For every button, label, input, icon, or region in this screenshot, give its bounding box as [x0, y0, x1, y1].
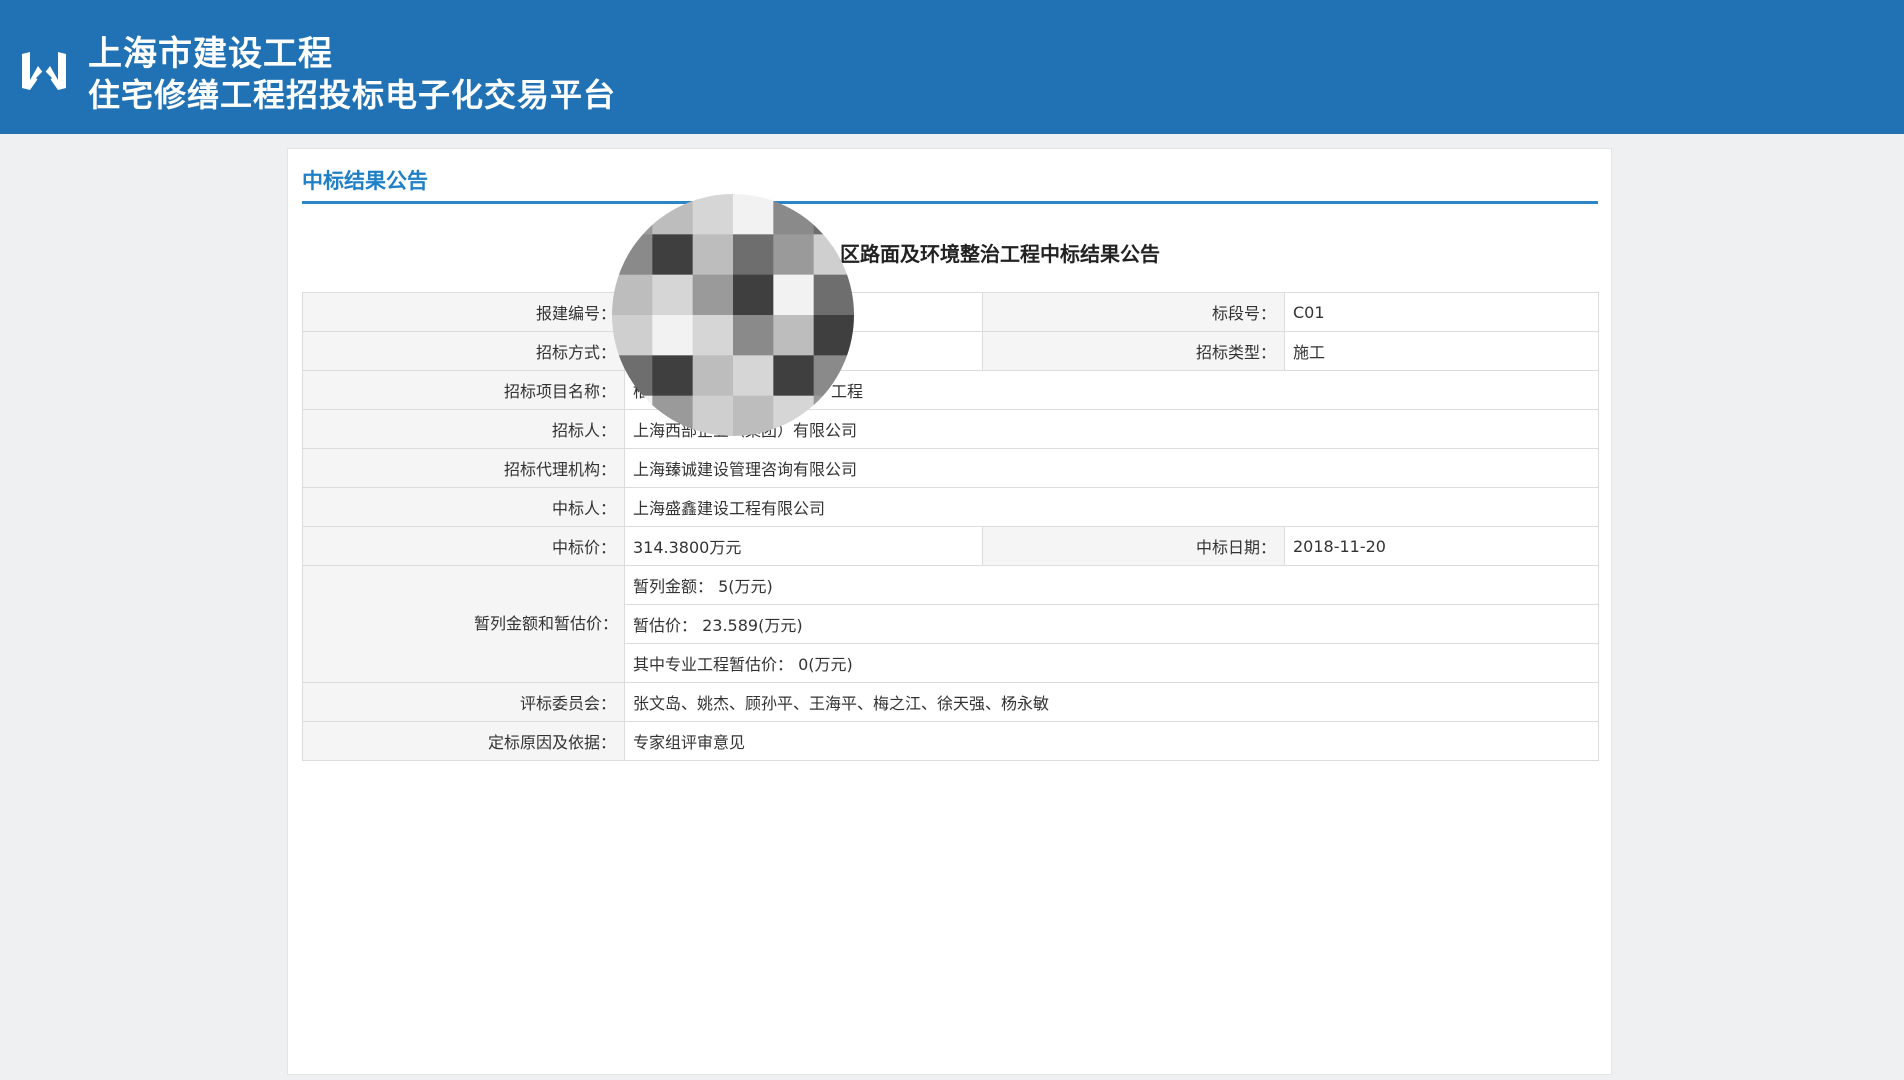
- mosaic-tile: [652, 234, 694, 276]
- mosaic-tile: [773, 355, 815, 397]
- table-row: 招标项目名称： 柏工程: [302, 370, 1599, 410]
- mosaic-tile: [652, 315, 694, 356]
- mosaic-tile: [813, 274, 854, 316]
- label-tenderer: 招标人：: [302, 409, 625, 449]
- mosaic-tile: [773, 315, 815, 356]
- table-row: 报建编号： 标段号： C01: [302, 292, 1599, 332]
- label-winning-date: 中标日期：: [982, 526, 1285, 566]
- project-name-suffix: 工程: [831, 382, 864, 401]
- label-registration-no: 报建编号：: [302, 292, 625, 332]
- table-row: 中标人： 上海盛鑫建设工程有限公司: [302, 487, 1599, 527]
- mosaic-tile: [733, 274, 774, 316]
- label-award-basis: 定标原因及依据：: [302, 721, 625, 761]
- table-row: 暂列金额和暂估价： 暂列金额： 5(万元): [302, 565, 1599, 683]
- value-agency: 上海臻诚建设管理咨询有限公司: [624, 448, 1599, 488]
- value-winning-date: 2018-11-20: [1284, 526, 1599, 566]
- privacy-mosaic-overlay: [612, 194, 854, 436]
- value-bidding-type: 施工: [1284, 331, 1599, 371]
- mosaic-tile: [692, 234, 734, 276]
- label-evaluation-committee: 评标委员会：: [302, 682, 625, 722]
- mosaic-tile: [692, 315, 734, 356]
- mosaic-tile: [612, 315, 653, 356]
- platform-logo-icon: [22, 52, 66, 90]
- table-row: 招标代理机构： 上海臻诚建设管理咨询有限公司: [302, 448, 1599, 488]
- value-winning-bidder: 上海盛鑫建设工程有限公司: [624, 487, 1599, 527]
- value-section-no: C01: [1284, 292, 1599, 332]
- label-provisional-sums: 暂列金额和暂估价：: [302, 565, 625, 683]
- table-row: 中标价： 314.3800万元 中标日期： 2018-11-20: [302, 526, 1599, 566]
- table-row: 招标人： 上海西部企业（集团）有限公司: [302, 409, 1599, 449]
- panel-heading-underline: [302, 201, 1598, 204]
- mosaic-tile: [652, 274, 694, 316]
- mosaic-tile: [813, 315, 854, 356]
- content-panel: 中标结果公告 区路面及环境整治工程中标结果公告 报建编号： 标段号： C01 招…: [287, 148, 1612, 1075]
- mosaic-tile: [692, 355, 734, 397]
- panel-heading: 中标结果公告: [302, 169, 428, 193]
- table-row: 招标方式： 招标类型： 施工: [302, 331, 1599, 371]
- award-info-table: 报建编号： 标段号： C01 招标方式： 招标类型： 施工 招标项目名称： 柏工…: [302, 292, 1599, 761]
- notice-title-text: 区路面及环境整治工程中标结果公告: [840, 242, 1160, 266]
- value-specialist-estimate: 其中专业工程暂估价： 0(万元): [624, 643, 1599, 683]
- mosaic-tile: [652, 355, 694, 397]
- table-row: 定标原因及依据： 专家组评审意见: [302, 721, 1599, 761]
- platform-title-line2: 住宅修缮工程招投标电子化交易平台: [88, 76, 617, 114]
- mosaic-tile: [733, 395, 774, 436]
- label-bidding-method: 招标方式：: [302, 331, 625, 371]
- mosaic-tile: [692, 194, 734, 235]
- mosaic-tile: [692, 395, 734, 436]
- mosaic-tile: [733, 315, 774, 356]
- table-row: 评标委员会： 张文岛、姚杰、顾孙平、王海平、梅之江、徐天强、杨永敏: [302, 682, 1599, 722]
- mosaic-tile: [733, 355, 774, 397]
- label-agency: 招标代理机构：: [302, 448, 625, 488]
- label-winning-bidder: 中标人：: [302, 487, 625, 527]
- mosaic-tile: [733, 234, 774, 276]
- platform-title-line1: 上海市建设工程: [88, 34, 333, 74]
- mosaic-tile: [733, 194, 774, 235]
- mosaic-tile: [612, 274, 653, 316]
- top-header: 上海市建设工程 住宅修缮工程招投标电子化交易平台: [0, 0, 1904, 134]
- value-evaluation-committee: 张文岛、姚杰、顾孙平、王海平、梅之江、徐天强、杨永敏: [624, 682, 1599, 722]
- mosaic-tile: [692, 274, 734, 316]
- label-bidding-type: 招标类型：: [982, 331, 1285, 371]
- value-award-basis: 专家组评审意见: [624, 721, 1599, 761]
- label-project-name: 招标项目名称：: [302, 370, 625, 410]
- label-winning-price: 中标价：: [302, 526, 625, 566]
- mosaic-tile: [773, 234, 815, 276]
- label-section-no: 标段号：: [982, 292, 1285, 332]
- value-estimated-price: 暂估价： 23.589(万元): [624, 604, 1599, 644]
- value-provisional-amount: 暂列金额： 5(万元): [624, 565, 1599, 605]
- mosaic-grid: [612, 194, 854, 436]
- mosaic-tile: [773, 274, 815, 316]
- provisional-label-text: 暂列金额和暂估价：: [473, 614, 618, 633]
- value-winning-price: 314.3800万元: [624, 526, 983, 566]
